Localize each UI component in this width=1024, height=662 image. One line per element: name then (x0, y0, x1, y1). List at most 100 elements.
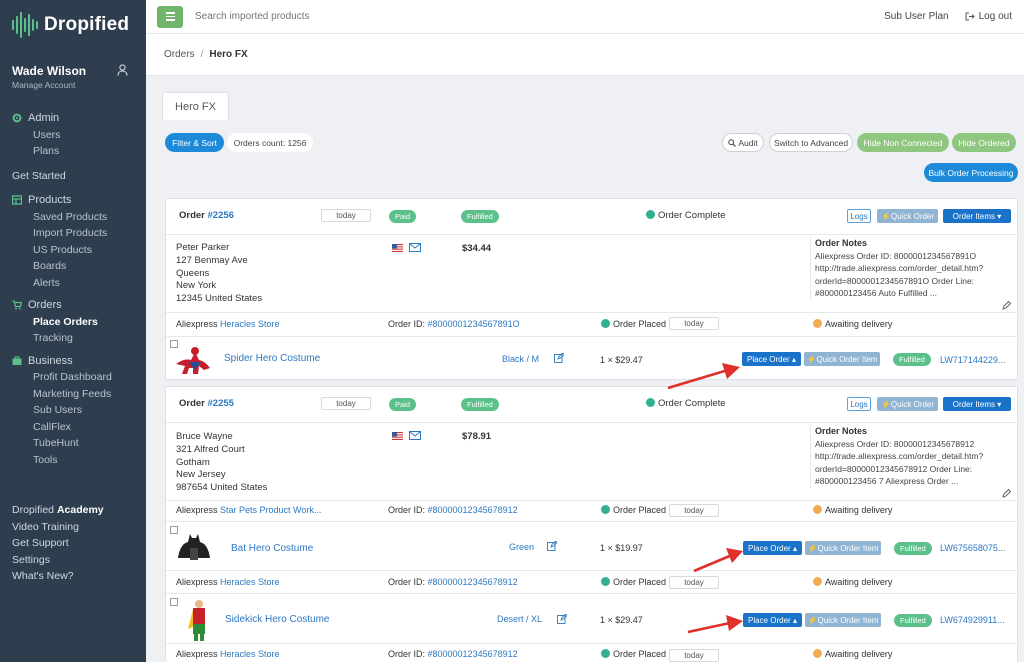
product-variant: Desert / XL (497, 614, 543, 624)
hide-non-connected-button[interactable]: Hide Non Connected (857, 133, 949, 152)
search-input[interactable] (195, 11, 495, 22)
product-name-link[interactable]: Bat Hero Costume (231, 543, 313, 554)
order-status: Order Complete (646, 210, 726, 221)
order-total: $34.44 (462, 243, 492, 254)
order-status: Order Complete (646, 398, 726, 409)
logs-button[interactable]: Logs (847, 397, 871, 411)
place-order-button[interactable]: Place Order ▴ (743, 613, 802, 627)
breadcrumb: Orders / Hero FX (146, 34, 1024, 76)
order-items-dropdown[interactable]: Order Items ▾ (943, 209, 1011, 223)
quick-order-item-button[interactable]: ⚡ Quick Order Item (804, 352, 880, 366)
bulk-order-processing-button[interactable]: Bulk Order Processing (924, 163, 1018, 182)
breadcrumb-orders[interactable]: Orders (164, 49, 195, 60)
tab-store[interactable]: Hero FX (162, 92, 229, 120)
supplier: Aliexpress Star Pets Product Work... (176, 505, 322, 515)
nav-saved-products[interactable]: Saved Products (0, 209, 146, 226)
order-placed-status: Order Placed (601, 577, 666, 587)
supplier-link[interactable]: Heracles Store (220, 319, 280, 329)
user-icon[interactable] (117, 64, 128, 76)
nav-video-training[interactable]: Video Training (0, 519, 146, 536)
product-name-link[interactable]: Spider Hero Costume (224, 353, 320, 364)
logo[interactable]: Dropified (0, 0, 146, 50)
nav-callflex[interactable]: CallFlex (0, 419, 146, 436)
line-item-checkbox[interactable] (170, 598, 178, 606)
quick-order-item-button[interactable]: ⚡ Quick Order Item (805, 613, 881, 627)
fulfilled-badge: Fulfilled (461, 210, 499, 223)
nav-settings[interactable]: Settings (0, 552, 146, 569)
quantity-price: 1 × $29.47 (600, 355, 643, 365)
tracking-number-link[interactable]: LW717144229... (940, 355, 1005, 365)
quick-order-item-button[interactable]: ⚡ Quick Order Item (805, 541, 881, 555)
envelope-icon[interactable] (409, 243, 421, 252)
nav-orders[interactable]: Orders (0, 297, 146, 314)
switch-advanced-button[interactable]: Switch to Advanced (769, 133, 853, 152)
logs-button[interactable]: Logs (847, 209, 871, 223)
supplier-link[interactable]: Heracles Store (220, 649, 280, 659)
tracking-number-link[interactable]: LW675658075... (940, 543, 1005, 553)
edit-icon[interactable] (554, 353, 564, 363)
supplier: Aliexpress Heracles Store (176, 577, 280, 587)
product-name-link[interactable]: Sidekick Hero Costume (225, 614, 329, 625)
supplier-order-link[interactable]: #8000001234567891O (428, 319, 520, 329)
hide-ordered-button[interactable]: Hide Ordered (952, 133, 1016, 152)
filter-sort-button[interactable]: Filter & Sort (165, 133, 224, 152)
line-fulfilled-badge: Fulfilled (894, 542, 932, 555)
sign-out-icon (965, 12, 975, 21)
placed-date: today (669, 649, 719, 662)
product-thumbnail (178, 534, 210, 560)
nav-boards[interactable]: Boards (0, 258, 146, 275)
order-notes: Order Notes Aliexpress Order ID: 8000001… (810, 237, 1020, 300)
quick-order-button[interactable]: ⚡ Quick Order (877, 397, 938, 411)
quick-order-button[interactable]: ⚡ Quick Order (877, 209, 938, 223)
nav-users[interactable]: Users (0, 127, 146, 144)
order-controls: Filter & Sort Orders count: 1256 Audit S… (165, 133, 1018, 182)
audit-button[interactable]: Audit (722, 133, 764, 152)
nav-plans[interactable]: Plans (0, 143, 146, 160)
nav-get-support[interactable]: Get Support (0, 535, 146, 552)
paid-badge: Paid (389, 210, 417, 223)
plan-link[interactable]: Sub User Plan (884, 11, 948, 22)
nav-import-products[interactable]: Import Products (0, 225, 146, 242)
order-items-dropdown[interactable]: Order Items ▾ (943, 397, 1011, 411)
supplier-link[interactable]: Star Pets Product Work... (220, 505, 321, 515)
nav-get-started[interactable]: Get Started (0, 168, 146, 185)
nav-alerts[interactable]: Alerts (0, 275, 146, 292)
place-order-button[interactable]: Place Order ▴ (742, 352, 801, 366)
nav-dropified-academy[interactable]: Dropified Academy (0, 502, 146, 519)
supplier-order-link[interactable]: #80000012345678912 (428, 649, 518, 659)
edit-icon[interactable] (1002, 489, 1011, 498)
logout-link[interactable]: Log out (965, 11, 1012, 22)
place-order-button[interactable]: Place Order ▴ (743, 541, 802, 555)
nav-tracking[interactable]: Tracking (0, 330, 146, 347)
nav-business[interactable]: Business (0, 353, 146, 370)
shipping-status: Awaiting delivery (813, 319, 892, 329)
nav-place-orders[interactable]: Place Orders (0, 314, 146, 331)
nav-admin[interactable]: Admin (0, 110, 146, 127)
edit-icon[interactable] (1002, 301, 1011, 310)
nav-us-products[interactable]: US Products (0, 242, 146, 259)
nav-profit-dashboard[interactable]: Profit Dashboard (0, 369, 146, 386)
nav-products[interactable]: Products (0, 192, 146, 209)
nav-tools[interactable]: Tools (0, 452, 146, 469)
nav-whats-new[interactable]: What's New? (0, 568, 146, 585)
supplier-order-id: Order ID: #8000001234567891O (388, 319, 520, 329)
order-number-link[interactable]: #2255 (208, 398, 234, 409)
edit-icon[interactable] (547, 541, 557, 551)
us-flag-icon (392, 244, 403, 252)
edit-icon[interactable] (557, 614, 567, 624)
order-title: Order #2255 (179, 398, 234, 409)
manage-account-link[interactable]: Manage Account (12, 80, 134, 90)
nav-tubehunt[interactable]: TubeHunt (0, 435, 146, 452)
supplier-order-link[interactable]: #80000012345678912 (428, 577, 518, 587)
envelope-icon[interactable] (409, 431, 421, 440)
nav-marketing-feeds[interactable]: Marketing Feeds (0, 386, 146, 403)
user-panel: Wade Wilson Manage Account (0, 50, 146, 90)
nav-sub-users[interactable]: Sub Users (0, 402, 146, 419)
supplier-order-link[interactable]: #80000012345678912 (428, 505, 518, 515)
order-number-link[interactable]: #2256 (208, 210, 234, 221)
product-variant: Green (509, 542, 535, 552)
supplier-link[interactable]: Heracles Store (220, 577, 280, 587)
tracking-number-link[interactable]: LW674929911... (940, 615, 1005, 625)
hamburger-icon[interactable] (157, 5, 183, 28)
order-notes: Order Notes Aliexpress Order ID: 8000001… (810, 425, 1020, 488)
